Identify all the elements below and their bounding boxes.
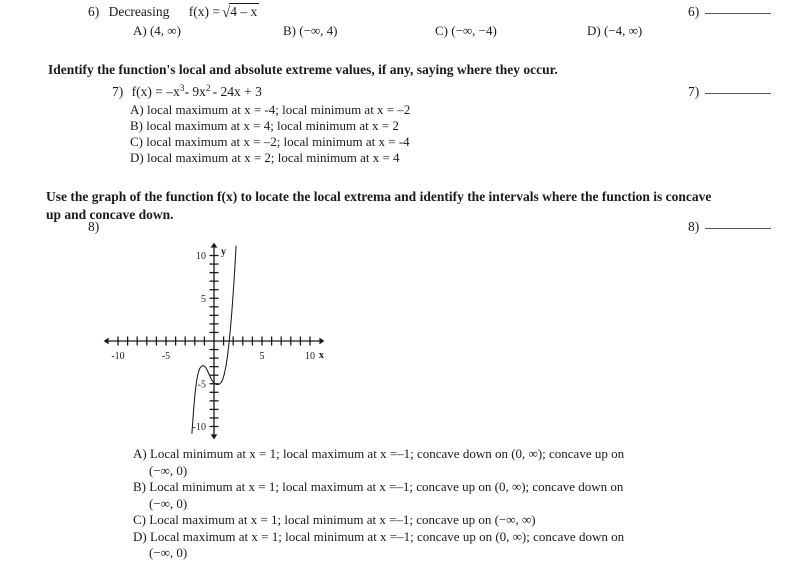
stem-exponent-2: 2 — [205, 84, 211, 94]
option-text: (4, ∞) — [149, 23, 181, 38]
question-8-option-c[interactable]: C) Local maximum at x = 1; local minimum… — [133, 512, 624, 529]
question-6-answer-blank[interactable]: 6) — [688, 4, 772, 20]
option-text: Local maximum at x = 1; local minimum at… — [149, 528, 625, 544]
option-text: Local minimum at x = 1; local maximum at… — [149, 446, 625, 461]
question-8-instruction-line1: Use the graph of the function f(x) to lo… — [46, 189, 712, 204]
answer-line[interactable] — [705, 13, 772, 14]
option-text: Local maximum at x = 1; local minimum at… — [149, 512, 536, 527]
answer-line[interactable] — [705, 93, 772, 94]
y-tick-label: 10 — [196, 251, 206, 262]
square-root-expression: √4 – x — [220, 3, 260, 22]
option-letter: A) — [133, 23, 147, 38]
option-text: local maximum at x = 4; local minimum at… — [146, 118, 399, 133]
answer-marker: 7) — [688, 84, 700, 99]
axis-arrow-down — [210, 434, 218, 440]
y-tick-label: -10 — [193, 422, 206, 433]
option-letter: B) — [133, 479, 146, 494]
question-7-option-b[interactable]: B) local maximum at x = 4; local minimum… — [130, 118, 399, 134]
question-7-option-a[interactable]: A) local maximum at x = -4; local minimu… — [130, 102, 410, 118]
option-letter: A) — [130, 102, 144, 117]
function-graph: -10 -5 5 10 10 5 -5 -10 x y — [98, 238, 330, 443]
y-axis-label: y — [221, 247, 226, 258]
option-text: Local minimum at x = 1; local maximum at… — [149, 479, 624, 494]
graph-svg: -10 -5 5 10 10 5 -5 -10 x y — [103, 242, 325, 440]
option-letter: D) — [133, 528, 147, 544]
option-letter: C) — [133, 512, 146, 527]
answer-marker: 6) — [688, 4, 700, 19]
question-7-option-d[interactable]: D) local maximum at x = 2; local minimum… — [130, 150, 400, 166]
axis-arrow-right — [319, 337, 325, 345]
option-text: (−∞, −4) — [451, 23, 497, 38]
option-letter: C) — [435, 23, 448, 38]
x-axis-label: x — [319, 350, 324, 361]
question-6-function-label: f(x) = — [188, 4, 220, 19]
x-tick-label: -10 — [111, 351, 124, 362]
answer-line[interactable] — [705, 228, 772, 229]
question-7-function: f(x) = –x3- 9x2- 24x + 3 — [132, 84, 262, 99]
question-6-stem-text: Decreasing — [108, 4, 170, 19]
option-text: (−∞, 4) — [299, 23, 338, 38]
question-6-stem: 6) Decreasing f(x) = √4 – x — [88, 3, 260, 22]
stem-lead: f(x) = –x — [131, 84, 180, 99]
option-letter: D) — [587, 23, 601, 38]
y-tick-label: 5 — [201, 294, 206, 305]
question-8-instruction-line2: up and concave down. — [46, 207, 174, 222]
y-tick-label: -5 — [198, 379, 206, 390]
question-7-answer-blank[interactable]: 7) — [688, 84, 772, 100]
option-text: local maximum at x = –2; local minimum a… — [146, 134, 410, 149]
option-letter: A) — [133, 446, 147, 461]
question-7-option-c[interactable]: C) local maximum at x = –2; local minimu… — [130, 134, 410, 150]
x-tick-label: 5 — [260, 351, 265, 362]
answer-marker: 8) — [688, 219, 700, 234]
question-8-option-d[interactable]: D) Local maximum at x = 1; local minimum… — [133, 529, 624, 546]
option-text: (−4, ∞) — [603, 23, 643, 38]
option-letter: C) — [130, 134, 143, 149]
question-6-option-d[interactable]: D) (−4, ∞) — [587, 23, 642, 39]
option-letter: B) — [130, 118, 143, 133]
question-8-option-b[interactable]: B) Local minimum at x = 1; local maximum… — [133, 479, 624, 496]
option-text: local maximum at x = 2; local minimum at… — [146, 150, 400, 165]
stem-mid: - 9x — [184, 84, 206, 99]
worksheet-page: 6) Decreasing f(x) = √4 – x A) (4, ∞) B) … — [0, 0, 795, 579]
question-8-option-d-continued: (−∞, 0) — [149, 545, 188, 560]
question-8-option-b-continued: (−∞, 0) — [149, 495, 188, 511]
question-6-number: 6) — [88, 4, 100, 19]
question-8-option-a-continued: (−∞, 0) — [149, 462, 188, 478]
question-8-options: A) Local minimum at x = 1; local maximum… — [133, 446, 624, 562]
option-text: local maximum at x = -4; local minimum a… — [146, 102, 411, 117]
stem-tail: - 24x + 3 — [212, 84, 262, 99]
question-7-instruction: Identify the function's local and absolu… — [48, 62, 558, 77]
question-6-option-c[interactable]: C) (−∞, −4) — [435, 23, 497, 39]
option-letter: D) — [130, 150, 144, 165]
axis-arrow-left — [103, 337, 109, 345]
x-tick-label: 10 — [305, 351, 315, 362]
question-8-answer-blank[interactable]: 8) — [688, 219, 772, 235]
option-letter: B) — [283, 23, 296, 38]
radicand: 4 – x — [229, 3, 260, 19]
question-6-option-b[interactable]: B) (−∞, 4) — [283, 23, 338, 39]
question-8-number: 8) — [88, 219, 100, 234]
question-6-option-a[interactable]: A) (4, ∞) — [133, 23, 181, 39]
axis-arrow-up — [210, 242, 218, 248]
question-7-stem: 7) f(x) = –x3- 9x2- 24x + 3 — [112, 84, 262, 100]
x-tick-label: -5 — [162, 351, 170, 362]
question-8-option-a[interactable]: A) Local minimum at x = 1; local maximum… — [133, 446, 624, 463]
question-7-number: 7) — [112, 84, 124, 99]
